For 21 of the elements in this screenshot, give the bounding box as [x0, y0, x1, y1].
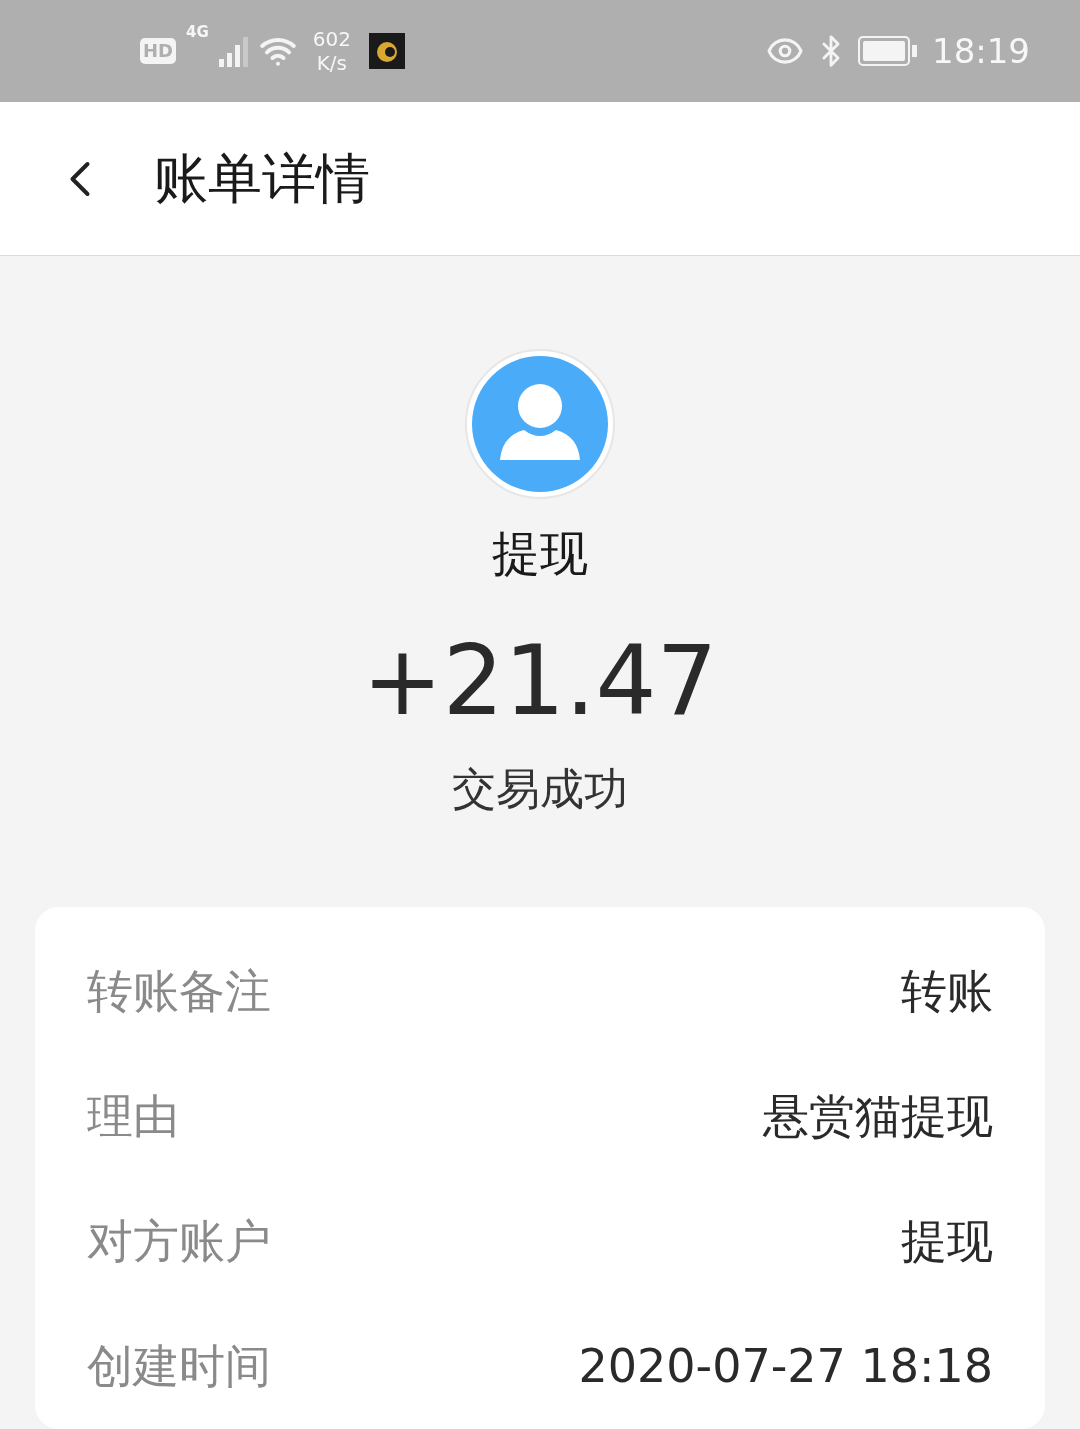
- hd-icon: HD: [140, 38, 176, 65]
- app-notification-icon: [368, 33, 405, 70]
- battery-icon: [858, 36, 918, 67]
- transaction-title: 提现: [492, 524, 588, 583]
- speed-unit: K/s: [316, 51, 347, 76]
- amount: +21.47: [362, 624, 718, 739]
- page-title: 账单详情: [154, 146, 370, 213]
- clock: 18:19: [932, 29, 1030, 73]
- detail-label: 转账备注: [87, 963, 271, 1020]
- detail-value: 2020-07-27 18:18: [578, 1338, 993, 1395]
- detail-value: 转账: [901, 963, 993, 1020]
- detail-label: 对方账户: [87, 1213, 271, 1270]
- speed-value: 602: [312, 27, 351, 52]
- detail-label: 理由: [87, 1088, 179, 1145]
- detail-label: 创建时间: [87, 1338, 271, 1395]
- detail-value: 提现: [901, 1213, 993, 1270]
- signal-icon: [218, 35, 249, 68]
- user-icon: [472, 356, 608, 492]
- network-label: 4G: [186, 22, 209, 44]
- transaction-status: 交易成功: [452, 762, 628, 816]
- detail-value: 悬赏猫提现: [763, 1088, 993, 1145]
